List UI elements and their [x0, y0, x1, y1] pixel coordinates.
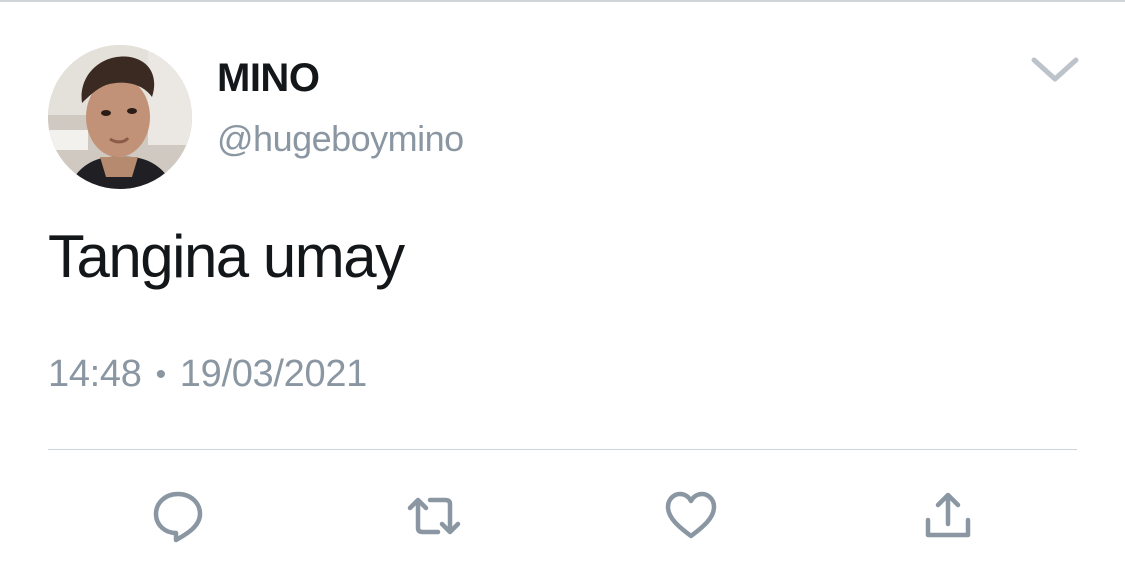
- username-handle[interactable]: @hugeboymino: [217, 118, 464, 160]
- top-border: [0, 0, 1125, 2]
- timestamp-separator: •: [155, 357, 167, 391]
- divider: [48, 449, 1077, 450]
- tweet-text: Tangina umay: [48, 223, 405, 290]
- share-icon: [925, 492, 971, 538]
- display-name[interactable]: MINO: [217, 56, 320, 101]
- reply-icon: [153, 491, 203, 543]
- share-button[interactable]: [920, 488, 976, 544]
- avatar[interactable]: [48, 45, 192, 189]
- tweet-timestamp: 14:48 • 19/03/2021: [48, 353, 367, 396]
- retweet-button[interactable]: [406, 488, 462, 544]
- heart-icon: [665, 491, 717, 539]
- reply-button[interactable]: [150, 488, 206, 544]
- tweet-time: 14:48: [48, 353, 142, 395]
- like-button[interactable]: [663, 488, 719, 544]
- retweet-icon: [407, 497, 461, 535]
- tweet-date: 19/03/2021: [179, 353, 367, 395]
- avatar-photo: [48, 45, 192, 189]
- chevron-down-icon[interactable]: [1030, 52, 1080, 86]
